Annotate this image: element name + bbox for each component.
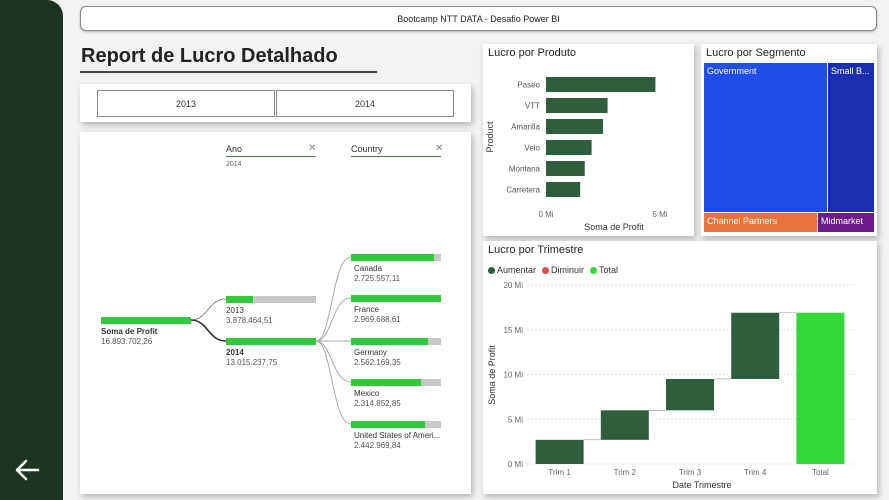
segment-government[interactable]: Government: [704, 63, 827, 212]
waterfall-bar[interactable]: [535, 439, 584, 464]
y-tick: 5 Mi: [508, 415, 523, 424]
tree-node-bar: [226, 296, 253, 303]
tree-node-bar: [351, 338, 429, 345]
slicer-option-2013[interactable]: 2013: [97, 90, 275, 117]
header-banner: Bootcamp NTT DATA - Desafio Power BI: [80, 6, 877, 31]
tree-node-label: Germany: [354, 348, 387, 357]
x-tick: 0 Mi: [538, 210, 553, 219]
slicer-option-2014[interactable]: 2014: [276, 90, 454, 117]
y-axis-label: Soma de Profit: [487, 345, 497, 405]
product-bar[interactable]: [546, 182, 581, 197]
product-bar-chart: Product Soma de Profit 0 Mi 5 Mi Paseo VT…: [485, 77, 668, 232]
product-profit-chart: Lucro por Produto Product Soma de Profit…: [483, 44, 694, 236]
y-tick: 10 Mi: [503, 371, 523, 380]
tree-node-value: 2.562.169,35: [354, 358, 401, 367]
tree-node-value: 16.893.702,26: [101, 337, 153, 346]
decomposition-tree: Ano ✕ 2014 Country ✕ Soma de Profit 16.8…: [80, 132, 471, 494]
segment-midmarket[interactable]: Midmarket: [818, 213, 874, 232]
sidebar: [0, 0, 63, 500]
tree-node-label: Canada: [354, 264, 383, 273]
tree-node-bar: [351, 254, 434, 261]
x-tick: 5 Mi: [652, 210, 667, 219]
y-tick-label: Amarilla: [511, 123, 540, 132]
y-tick: 20 Mi: [503, 281, 523, 290]
product-bar[interactable]: [546, 119, 603, 134]
tree-node-label: 2014: [226, 348, 244, 357]
product-bar[interactable]: [546, 140, 592, 155]
tree-node-value: 13.015.237,75: [226, 358, 278, 367]
quarter-profit-waterfall: Lucro por Trimestre Aumentar Diminuir To…: [483, 241, 877, 494]
x-axis-label: Soma de Profit: [584, 222, 644, 232]
tree-node-value: 2.969.688,61: [354, 315, 401, 324]
x-tick: Trim 4: [744, 468, 767, 477]
y-tick: 0 Mi: [508, 460, 523, 469]
tree-node-bar: [226, 338, 316, 345]
tree-node-value: 3.878.464,51: [226, 316, 273, 325]
product-bar[interactable]: [546, 98, 608, 113]
tree-node-label: Soma de Profit: [101, 327, 158, 336]
tree-node-label: United States of Ameri...: [354, 431, 441, 440]
tree-node-bar: [351, 421, 425, 428]
tree-node-bar: [351, 379, 422, 386]
x-tick: Trim 3: [679, 468, 702, 477]
y-tick-label: Carretera: [506, 186, 540, 195]
tree-node-bar: [101, 317, 191, 324]
waterfall-bar[interactable]: [600, 410, 649, 440]
waterfall-bar[interactable]: [731, 312, 780, 379]
tree-node-label: France: [354, 305, 379, 314]
product-bar[interactable]: [546, 161, 585, 176]
x-tick: Trim 2: [614, 468, 637, 477]
segment-channel-partners[interactable]: Channel Partners: [704, 213, 817, 232]
waterfall-bar[interactable]: [796, 312, 845, 464]
header-title: Bootcamp NTT DATA - Desafio Power BI: [397, 13, 560, 24]
tree-node-label: Mexico: [354, 389, 380, 398]
x-tick: Trim 1: [548, 468, 571, 477]
chart-title: Lucro por Segmento: [706, 47, 806, 59]
tree-node-value: 2.725.557,11: [354, 274, 401, 283]
year-slicer: 2013 2014: [80, 84, 471, 122]
tree-node-value: 2.442.969,84: [354, 441, 401, 450]
back-arrow-icon[interactable]: [12, 455, 42, 485]
waterfall-bar[interactable]: [666, 378, 714, 411]
page-title: Report de Lucro Detalhado: [81, 45, 338, 67]
segment-profit-treemap: Lucro por Segmento Government Small B...…: [701, 44, 877, 236]
waterfall-chart: Soma de Profit Date Trimestre 0 Mi 5 Mi 10…: [487, 281, 853, 490]
y-tick-label: VTT: [525, 102, 540, 111]
tree-node-label: 2013: [226, 306, 244, 315]
x-axis-label: Date Trimestre: [672, 480, 731, 490]
y-tick-label: Montana: [509, 165, 541, 174]
tree-node-value: 2.314.852,85: [354, 399, 401, 408]
tree-node-bar: [351, 295, 441, 302]
y-tick-label: Paseo: [517, 81, 540, 90]
title-underline: [80, 71, 377, 73]
product-bar[interactable]: [546, 77, 656, 92]
segment-small-business[interactable]: Small B...: [828, 63, 874, 212]
y-axis-label: Product: [485, 121, 495, 153]
y-tick-label: Velo: [524, 144, 540, 153]
y-tick: 15 Mi: [503, 326, 523, 335]
x-tick: Total: [812, 468, 829, 477]
